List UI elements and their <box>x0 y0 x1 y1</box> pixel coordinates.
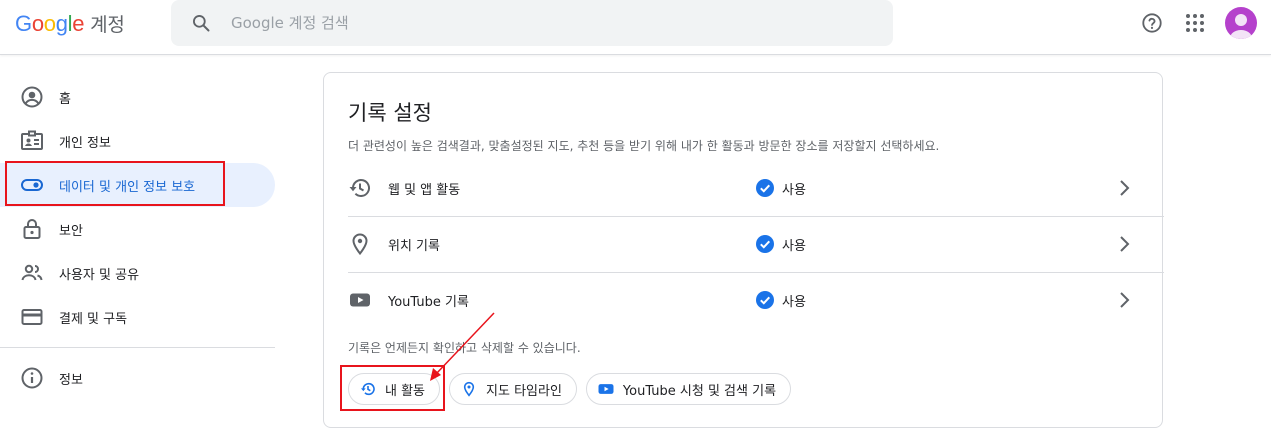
location-pin-icon <box>348 232 372 256</box>
credit-card-icon <box>20 305 44 329</box>
sidebar-item-label: 홈 <box>59 91 71 107</box>
sidebar-nav: 홈 개인 정보 데이터 및 개인 정보 보호 보안 사용자 및 공유 결제 및 … <box>0 75 275 400</box>
account-circle-icon <box>20 85 44 109</box>
history-note: 기록은 언제든지 확인하고 삭제할 수 있습니다. <box>348 341 581 355</box>
sidebar-item-label: 개인 정보 <box>59 135 111 151</box>
history-icon <box>348 176 372 200</box>
setting-status-text: 사용 <box>782 182 806 198</box>
info-icon <box>20 366 44 390</box>
history-icon <box>359 380 377 398</box>
setting-row-location-history[interactable]: 위치 기록 사용 <box>348 216 1140 272</box>
sidebar-item-label: 사용자 및 공유 <box>59 267 140 283</box>
sidebar-item-label: 정보 <box>59 372 83 388</box>
chevron-right-icon[interactable] <box>1112 232 1136 256</box>
id-card-icon <box>20 129 44 153</box>
history-shortcut-chips: 내 활동 지도 타임라인 YouTube 시청 및 검색 기록 <box>348 373 800 405</box>
apps-grid-icon[interactable] <box>1178 6 1212 40</box>
avatar[interactable] <box>1225 7 1257 39</box>
setting-status: 사용 <box>756 291 806 310</box>
product-name: 계정 <box>90 14 125 36</box>
chevron-right-icon[interactable] <box>1112 176 1136 200</box>
sidebar-item-home[interactable]: 홈 <box>0 75 275 119</box>
setting-status: 사용 <box>756 235 806 254</box>
sidebar-item-payments[interactable]: 결제 및 구독 <box>0 295 275 339</box>
header-actions <box>1126 6 1257 40</box>
sidebar-item-label: 보안 <box>59 223 83 239</box>
sidebar-item-data-privacy[interactable]: 데이터 및 개인 정보 보호 <box>0 163 275 207</box>
setting-status-text: 사용 <box>782 238 806 254</box>
people-icon <box>20 261 44 285</box>
setting-row-label: 웹 및 앱 활동 <box>388 182 461 198</box>
chevron-right-icon[interactable] <box>1112 288 1136 312</box>
sidebar-item-label: 데이터 및 개인 정보 보호 <box>59 179 196 195</box>
my-activity-chip[interactable]: 내 활동 <box>348 373 441 405</box>
logo-letter: g <box>55 11 68 36</box>
setting-row-label: YouTube 기록 <box>388 294 469 310</box>
sidebar-divider <box>0 347 275 348</box>
logo-letter: o <box>31 11 44 36</box>
youtube-icon <box>348 288 372 312</box>
logo-letter: o <box>43 11 56 36</box>
location-pin-icon <box>460 380 478 398</box>
setting-row-web-app-activity[interactable]: 웹 및 앱 활동 사용 <box>348 160 1140 216</box>
setting-status: 사용 <box>756 179 806 198</box>
maps-timeline-chip[interactable]: 지도 타임라인 <box>449 373 577 405</box>
help-icon[interactable] <box>1135 6 1169 40</box>
sidebar-item-people-sharing[interactable]: 사용자 및 공유 <box>0 251 275 295</box>
chip-label: 지도 타임라인 <box>486 383 562 399</box>
check-circle-icon <box>756 179 774 197</box>
toggle-icon <box>20 173 44 197</box>
google-account-logo[interactable]: Google 계정 <box>15 10 125 36</box>
setting-row-youtube-history[interactable]: YouTube 기록 사용 <box>348 272 1140 328</box>
card-title: 기록 설정 <box>348 101 432 125</box>
sidebar-item-label: 결제 및 구독 <box>59 311 128 327</box>
check-circle-icon <box>756 235 774 253</box>
logo-letter: e <box>72 11 85 36</box>
youtube-history-chip[interactable]: YouTube 시청 및 검색 기록 <box>585 373 792 405</box>
check-circle-icon <box>756 291 774 309</box>
card-description: 더 관련성이 높은 검색결과, 맞춤설정된 지도, 추천 등을 받기 위해 내가… <box>348 139 940 153</box>
search-bar <box>171 0 893 46</box>
sidebar-item-personal-info[interactable]: 개인 정보 <box>0 119 275 163</box>
sidebar-item-security[interactable]: 보안 <box>0 207 275 251</box>
top-app-bar: Google 계정 <box>0 0 1271 55</box>
youtube-icon <box>597 380 615 398</box>
search-icon[interactable] <box>191 13 211 33</box>
history-settings-card: 기록 설정 더 관련성이 높은 검색결과, 맞춤설정된 지도, 추천 등을 받기… <box>323 72 1164 428</box>
logo-letter: G <box>15 11 32 36</box>
lock-icon <box>20 217 44 241</box>
setting-status-text: 사용 <box>782 294 806 310</box>
sidebar-item-about[interactable]: 정보 <box>0 356 275 400</box>
chip-label: YouTube 시청 및 검색 기록 <box>622 383 777 399</box>
setting-row-label: 위치 기록 <box>388 238 440 254</box>
search-input[interactable] <box>231 14 831 32</box>
chip-label: 내 활동 <box>385 383 426 399</box>
